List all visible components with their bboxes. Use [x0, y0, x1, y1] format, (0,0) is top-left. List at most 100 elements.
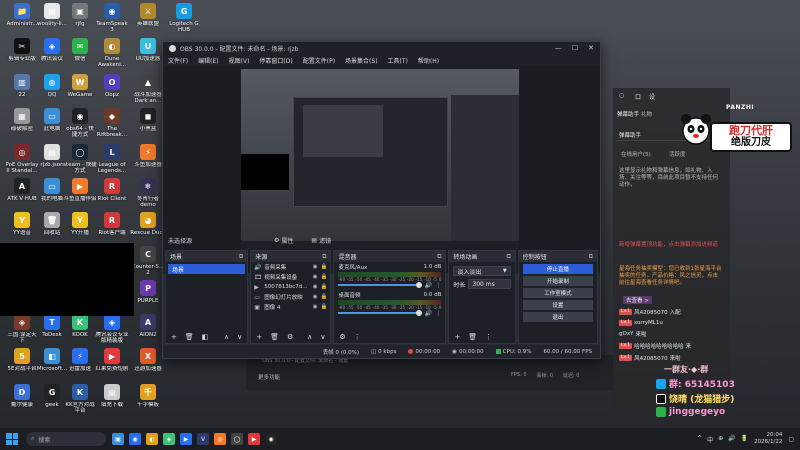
slider-handle[interactable] — [415, 282, 422, 288]
eye-icon[interactable]: ◉ — [313, 274, 318, 280]
menu-item[interactable]: 场景集合(S) — [345, 56, 378, 65]
add-scene-button[interactable]: + — [171, 333, 177, 341]
lock-icon[interactable]: 🔒 — [321, 294, 328, 300]
preview-canvas[interactable] — [241, 69, 519, 249]
minimize-icon[interactable]: — — [555, 44, 562, 52]
add-source-button[interactable]: + — [256, 333, 262, 341]
desktop-icon[interactable]: A AION2 — [130, 314, 166, 348]
desktop-icon[interactable]: P PURPLE — [130, 280, 166, 314]
taskbar-app-icon[interactable]: ◈ — [163, 433, 175, 445]
gear-icon[interactable]: ⋮ — [435, 282, 441, 289]
tray-icon[interactable]: ^ — [697, 435, 702, 444]
obs-titlebar[interactable]: OBS 30.0.0 - 配置文件: 未命名 - 场景: rjzb — ☐ ✕ — [163, 42, 600, 54]
source-item[interactable]: ▭ 图像幻灯片放映 ◉ 🔒 — [251, 292, 330, 302]
gear-icon[interactable]: ⋮ — [435, 310, 441, 317]
start-button[interactable] — [6, 433, 18, 445]
control-button[interactable]: 设置 — [522, 300, 594, 310]
duration-input[interactable]: 300 ms — [468, 279, 511, 289]
desktop-icon[interactable]: W WeGame — [62, 74, 98, 108]
lock-icon[interactable]: 🔒 — [321, 274, 328, 280]
control-button[interactable]: 开始录制 — [522, 276, 594, 286]
desktop-icon[interactable]: ◼ 小黑盒 — [130, 108, 166, 142]
dock-menu-icon[interactable]: ⧉ — [239, 253, 243, 261]
dock-menu-icon[interactable]: ⧉ — [322, 253, 326, 261]
transition-select[interactable]: 淡入淡出 ▼ — [453, 266, 511, 276]
taskbar-app-icon[interactable]: ▶ — [180, 433, 192, 445]
source-item[interactable]: 🔊 音频采集 ◉ 🔒 — [251, 262, 330, 272]
control-button[interactable]: 工作室模式 — [522, 288, 594, 298]
mixer-settings-button[interactable]: ⚙ — [339, 333, 345, 341]
slider-handle[interactable] — [415, 310, 422, 316]
dock-menu-icon[interactable]: ⧉ — [437, 253, 441, 261]
online-users-tab[interactable]: 在线用户(5) — [621, 150, 651, 158]
source-item[interactable]: ▣ 图像 4 ◉ 🔒 — [251, 302, 330, 312]
taskbar-search[interactable]: ⌕ 搜索 — [26, 432, 106, 446]
move-down-button[interactable]: ∨ — [320, 333, 325, 341]
obs-window[interactable]: OBS 30.0.0 - 配置文件: 未命名 - 场景: rjzb — ☐ ✕ … — [162, 41, 601, 359]
lock-icon[interactable]: 🔒 — [321, 264, 328, 270]
eye-icon[interactable]: ◉ — [313, 304, 318, 310]
chat-username[interactable]: 风42085070 — [634, 308, 668, 316]
add-transition-button[interactable]: + — [454, 333, 460, 341]
move-down-button[interactable]: ∨ — [237, 333, 242, 341]
taskbar-app-icon[interactable]: ◉ — [265, 433, 277, 445]
taskbar-app-icon[interactable]: ◐ — [146, 433, 158, 445]
move-up-button[interactable]: ∧ — [307, 333, 312, 341]
taskbar-app-icon[interactable]: ◯ — [231, 433, 243, 445]
taskbar-app-icon[interactable]: ▶ — [248, 433, 260, 445]
lock-icon[interactable]: 🔒 — [321, 284, 328, 290]
transition-menu-button[interactable]: ⋮ — [485, 333, 492, 341]
volume-slider[interactable] — [338, 282, 422, 288]
menu-item[interactable]: 视图(V) — [229, 56, 250, 65]
remove-transition-button[interactable]: 🗑 — [468, 333, 477, 341]
speaker-icon[interactable]: 🔊 — [425, 310, 432, 317]
panel-tab-2[interactable]: 口 — [635, 92, 641, 101]
desktop-icon[interactable]: ◈ 腾讯会议专业 版精装版 — [94, 314, 130, 348]
close-icon[interactable]: ✕ — [588, 44, 594, 52]
move-up-button[interactable]: ∧ — [224, 333, 229, 341]
desktop-icon[interactable]: R Riot Client — [94, 178, 130, 212]
menu-item[interactable]: 文件(F) — [168, 56, 188, 65]
desktop-icon[interactable]: 千千字模板 — [130, 384, 166, 418]
desktop-icon[interactable]: G Logitech G HUB — [166, 3, 202, 37]
source-item[interactable]: ▶ 5007813bc7d... ◉ 🔒 — [251, 282, 330, 292]
desktop-icon[interactable]: ⚡ 迅雷加速 — [62, 348, 98, 382]
desktop-icon[interactable]: ◐ Dune Awakeni... — [94, 38, 130, 72]
menu-item[interactable]: 编辑(E) — [198, 56, 218, 65]
taskbar-app-icon[interactable]: V — [197, 433, 209, 445]
source-item[interactable]: 🎞 视频采集设备 ◉ 🔒 — [251, 272, 330, 282]
eye-icon[interactable]: ◉ — [313, 294, 318, 300]
desktop-icon[interactable]: ⚡ 斗鱼加速器 — [130, 144, 166, 178]
desktop-icon[interactable]: ⚔ 英雄联盟 — [130, 3, 166, 37]
filters-button[interactable]: ▤ 滤镜 — [307, 235, 335, 246]
control-button[interactable]: 退出 — [522, 312, 594, 322]
desktop-icon[interactable]: ▲ 战斗加速器 Dark an... — [130, 74, 166, 108]
eye-icon[interactable]: ◉ — [313, 284, 318, 290]
menu-item[interactable]: 帮助(H) — [418, 56, 439, 65]
clock[interactable]: 20:04 2026/1/22 — [754, 432, 782, 446]
tray-icon[interactable]: 🔋 — [741, 435, 748, 444]
scene-item[interactable]: 场景 — [168, 264, 246, 274]
panel-tab-1[interactable]: ○ — [619, 92, 624, 99]
panel-tab-3[interactable]: 设 — [649, 92, 655, 101]
lock-icon[interactable]: 🔒 — [321, 304, 328, 310]
tray-icon[interactable]: 中 — [707, 435, 713, 444]
taskbar-app-icon[interactable]: ◎ — [214, 433, 226, 445]
desktop-icon[interactable]: X 迅游加速器 — [130, 348, 166, 382]
desktop-icon[interactable]: L League of Legends... — [94, 144, 130, 178]
desktop-icon[interactable]: ▶ 红果免费短剧 — [94, 348, 130, 382]
dock-menu-icon[interactable]: ⧉ — [506, 253, 510, 261]
menu-item[interactable]: 停靠窗口(D) — [259, 56, 292, 65]
desktop-icon[interactable]: ◆ The Riftbreak... — [94, 108, 130, 142]
desktop-icon[interactable]: ❄ 冬青行者 demo — [130, 178, 166, 212]
tray-icon[interactable]: ⊕ — [718, 435, 723, 444]
scene-filters-button[interactable]: ◧ — [202, 333, 209, 341]
eye-icon[interactable]: ◉ — [313, 264, 318, 270]
desktop-icon[interactable]: ◕ Rescue Duck — [130, 212, 166, 246]
menu-item[interactable]: 工具(T) — [388, 56, 408, 65]
volume-slider[interactable] — [338, 310, 422, 316]
chat-username[interactable]: gOxY — [619, 331, 633, 337]
desktop-icon[interactable]: ▤ 填充下载 — [94, 384, 130, 418]
maximize-icon[interactable]: ☐ — [572, 44, 578, 52]
tray-icon[interactable]: 🔊 — [728, 435, 735, 444]
